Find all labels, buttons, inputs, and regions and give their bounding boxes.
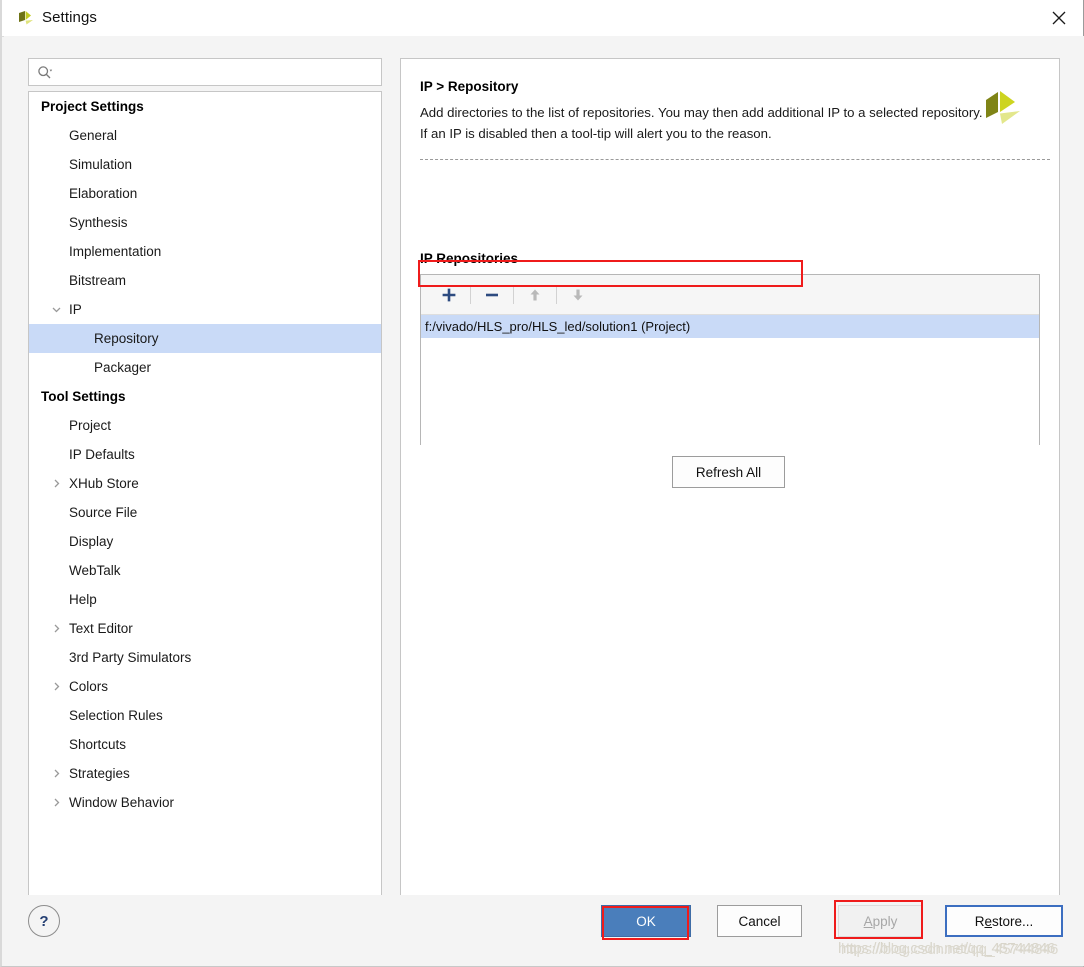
sidebar-item-label: IP — [69, 302, 82, 317]
sidebar-item-repository[interactable]: Repository — [29, 324, 381, 353]
sidebar-item-label: Simulation — [69, 157, 133, 172]
sidebar-item-label: WebTalk — [69, 563, 121, 578]
search-box[interactable] — [28, 58, 382, 87]
sidebar-item-synthesis[interactable]: Synthesis — [29, 208, 381, 237]
chevron-right-icon[interactable] — [49, 672, 63, 701]
add-repository-button[interactable] — [433, 281, 465, 309]
tree-group-header: Tool Settings — [41, 389, 126, 404]
sidebar-item-elaboration[interactable]: Elaboration — [29, 179, 381, 208]
sidebar-item-xhub-store[interactable]: XHub Store — [29, 469, 381, 498]
sidebar-item-label: Project — [69, 418, 112, 433]
ok-button[interactable]: OK — [601, 905, 691, 937]
sidebar-item-general[interactable]: General — [29, 121, 381, 150]
sidebar-item-label: XHub Store — [69, 476, 139, 491]
dialog-footer: ? OK Cancel Apply Restore... — [4, 895, 1084, 965]
sidebar-item-label: Strategies — [69, 766, 130, 781]
sidebar-item-label: Shortcuts — [69, 737, 127, 752]
settings-navigation: Project Settings General Simulation Elabora… — [28, 58, 382, 953]
move-up-button[interactable] — [519, 281, 551, 309]
xilinx-logo-icon — [16, 9, 36, 29]
sidebar-item-label: 3rd Party Simulators — [69, 650, 192, 665]
tree-group-header: Project Settings — [41, 99, 144, 114]
settings-dialog: Settings Project Settings General Simula… — [0, 0, 1084, 967]
sidebar-item-text-editor[interactable]: Text Editor — [29, 614, 381, 643]
sidebar-item-label: Source File — [69, 505, 138, 520]
sidebar-item-label: Help — [69, 592, 97, 607]
sidebar-item-label: Packager — [94, 360, 152, 375]
cancel-button[interactable]: Cancel — [717, 905, 802, 937]
chevron-right-icon[interactable] — [49, 614, 63, 643]
apply-button: Apply — [838, 905, 923, 937]
settings-tree[interactable]: Project Settings General Simulation Elabora… — [28, 91, 382, 953]
chevron-right-icon[interactable] — [49, 469, 63, 498]
toolbar-separator — [556, 285, 557, 304]
sidebar-item-ip-defaults[interactable]: IP Defaults — [29, 440, 381, 469]
detail-header: IP > Repository Add directories to the l… — [401, 59, 1059, 164]
sidebar-item-3rd-party-simulators[interactable]: 3rd Party Simulators — [29, 643, 381, 672]
sidebar-item-bitstream[interactable]: Bitstream — [29, 266, 381, 295]
chevron-right-icon[interactable] — [49, 759, 63, 788]
sidebar-item-shortcuts[interactable]: Shortcuts — [29, 730, 381, 759]
sidebar-item-label: Window Behavior — [69, 795, 175, 810]
window-title: Settings — [42, 9, 97, 26]
move-down-button[interactable] — [562, 281, 594, 309]
sidebar-item-label: Colors — [69, 679, 109, 694]
sidebar-item-colors[interactable]: Colors — [29, 672, 381, 701]
ip-repositories-box: f:/vivado/HLS_pro/HLS_led/solution1 (Pro… — [420, 274, 1040, 445]
ip-repositories-label: IP Repositories — [420, 251, 519, 266]
sidebar-item-webtalk[interactable]: WebTalk — [29, 556, 381, 585]
sidebar-item-label: Elaboration — [69, 186, 138, 201]
chevron-right-icon[interactable] — [49, 788, 63, 817]
sidebar-item-packager[interactable]: Packager — [29, 353, 381, 382]
page-title: IP > Repository — [420, 79, 519, 94]
dialog-content: Project Settings General Simulation Elabora… — [4, 36, 1084, 966]
sidebar-item-source-file[interactable]: Source File — [29, 498, 381, 527]
restore-button[interactable]: Restore... — [945, 905, 1063, 937]
sidebar-item-label: Synthesis — [69, 215, 128, 230]
sidebar-item-label: Selection Rules — [69, 708, 163, 723]
close-icon[interactable] — [1035, 0, 1083, 35]
repository-list-item[interactable]: f:/vivado/HLS_pro/HLS_led/solution1 (Pro… — [421, 315, 1039, 338]
xilinx-logo-icon — [980, 86, 1024, 130]
page-description: Add directories to the list of repositor… — [420, 105, 983, 141]
sidebar-item-label: Bitstream — [69, 273, 127, 288]
sidebar-item-selection-rules[interactable]: Selection Rules — [29, 701, 381, 730]
sidebar-item-help[interactable]: Help — [29, 585, 381, 614]
settings-detail-panel: IP > Repository Add directories to the l… — [400, 58, 1060, 931]
sidebar-item-label: Implementation — [69, 244, 162, 259]
sidebar-item-label: Display — [69, 534, 114, 549]
search-icon — [37, 65, 53, 81]
title-bar: Settings — [2, 0, 1083, 37]
sidebar-item-window-behavior[interactable]: Window Behavior — [29, 788, 381, 817]
sidebar-item-ip[interactable]: IP — [29, 295, 381, 324]
header-divider — [420, 159, 1050, 160]
sidebar-item-label: Text Editor — [69, 621, 133, 636]
help-button[interactable]: ? — [28, 905, 60, 937]
toolbar-separator — [513, 285, 514, 304]
sidebar-item-implementation[interactable]: Implementation — [29, 237, 381, 266]
sidebar-item-simulation[interactable]: Simulation — [29, 150, 381, 179]
repository-path: f:/vivado/HLS_pro/HLS_led/solution1 (Pro… — [425, 319, 691, 334]
toolbar-separator — [470, 285, 471, 304]
sidebar-item-label: Repository — [94, 331, 159, 346]
refresh-all-button[interactable]: Refresh All — [672, 456, 785, 488]
sidebar-item-label: General — [69, 128, 118, 143]
sidebar-item-strategies[interactable]: Strategies — [29, 759, 381, 788]
chevron-down-icon[interactable] — [49, 295, 63, 324]
sidebar-item-label: IP Defaults — [69, 447, 135, 462]
sidebar-item-display[interactable]: Display — [29, 527, 381, 556]
remove-repository-button[interactable] — [476, 281, 508, 309]
sidebar-item-project[interactable]: Project — [29, 411, 381, 440]
search-input[interactable] — [57, 59, 381, 87]
repositories-list[interactable]: f:/vivado/HLS_pro/HLS_led/solution1 (Pro… — [421, 315, 1039, 445]
repositories-toolbar — [421, 275, 1039, 315]
